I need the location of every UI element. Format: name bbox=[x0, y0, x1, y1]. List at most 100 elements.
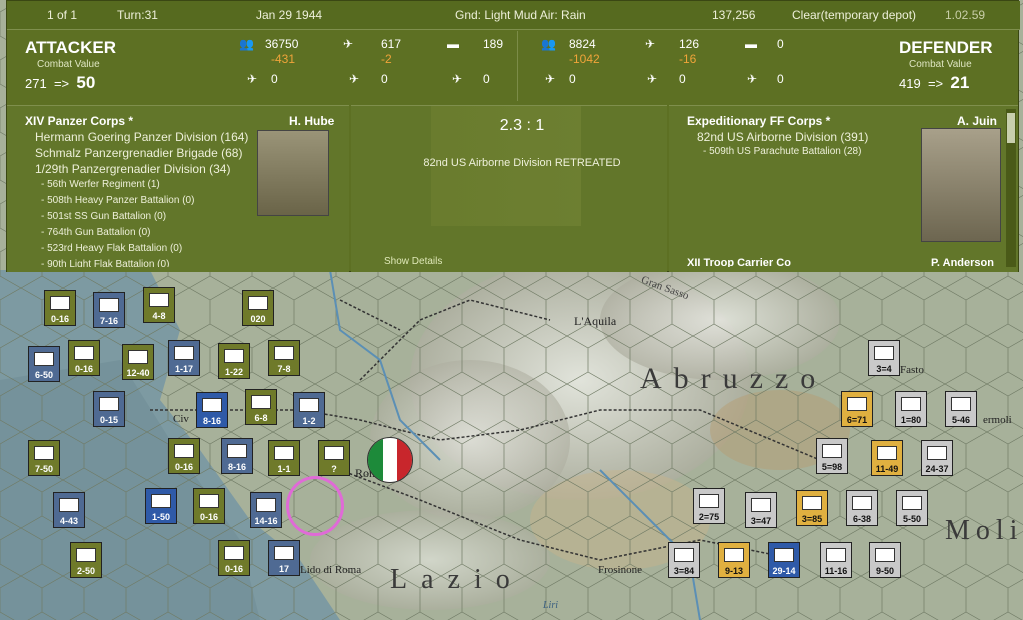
attacker-leader-portrait bbox=[257, 130, 329, 216]
map-unit[interactable]: 9-13 bbox=[718, 542, 750, 578]
map-unit[interactable]: 8-16 bbox=[221, 438, 253, 474]
unit-symbol-icon bbox=[202, 398, 222, 412]
map-unit[interactable]: 12-40 bbox=[122, 344, 154, 380]
unit-symbol-icon bbox=[248, 296, 268, 310]
map-unit[interactable]: 4-43 bbox=[53, 492, 85, 528]
map-unit[interactable]: 6-38 bbox=[846, 490, 878, 526]
map-unit[interactable]: 4-8 bbox=[143, 287, 175, 323]
map-unit[interactable]: 5-50 bbox=[896, 490, 928, 526]
map-unit[interactable]: 2=75 bbox=[693, 488, 725, 524]
attacker-corps[interactable]: XIV Panzer Corps * bbox=[25, 114, 133, 128]
italy-flag-marker[interactable] bbox=[367, 437, 413, 483]
attacker-subunit[interactable]: - 508th Heavy Panzer Battalion (0) bbox=[41, 195, 194, 206]
unit-strength: 0-16 bbox=[74, 364, 93, 374]
defender-air1: 0 bbox=[569, 72, 576, 86]
map-unit[interactable]: 3=4 bbox=[868, 340, 900, 376]
unit-strength: 1-1 bbox=[277, 464, 291, 474]
attacker-unit[interactable]: Hermann Goering Panzer Division (164) bbox=[35, 130, 248, 144]
map-unit[interactable]: 11-49 bbox=[871, 440, 903, 476]
map-unit[interactable]: 0-16 bbox=[68, 340, 100, 376]
scroll-thumb[interactable] bbox=[1007, 113, 1015, 143]
defender-corps-2[interactable]: XII Troop Carrier Co bbox=[687, 257, 791, 267]
detail-scrollbar[interactable] bbox=[1006, 109, 1016, 267]
map-unit[interactable]: 0-16 bbox=[193, 488, 225, 524]
defender-cv-before: 419 bbox=[899, 76, 921, 91]
unit-strength: 6=71 bbox=[846, 415, 868, 425]
defender-detail: Expeditionary FF Corps * A. Juin 82nd US… bbox=[669, 105, 1018, 272]
unit-strength: 8-16 bbox=[227, 462, 246, 472]
attacker-unit[interactable]: 1/29th Panzergrenadier Division (34) bbox=[35, 162, 230, 176]
map-unit[interactable]: ? bbox=[318, 440, 350, 476]
defender-unit[interactable]: 82nd US Airborne Division (391) bbox=[697, 130, 868, 144]
infantry-icon: 👥 bbox=[541, 37, 556, 51]
map-unit[interactable]: 0-15 bbox=[93, 391, 125, 427]
defender-cv-after: 21 bbox=[950, 73, 970, 92]
defender-guns: 126 bbox=[679, 37, 700, 51]
attacker-subunit[interactable]: - 56th Werfer Regiment (1) bbox=[41, 179, 160, 190]
unit-symbol-icon bbox=[99, 298, 119, 312]
map-unit[interactable]: 24-37 bbox=[921, 440, 953, 476]
map-unit[interactable]: 29-14 bbox=[768, 542, 800, 578]
attacker-subunit[interactable]: - 90th Light Flak Battalion (0) bbox=[41, 259, 169, 267]
map-unit[interactable]: 1-1 bbox=[268, 440, 300, 476]
show-details-link[interactable]: Show Details bbox=[384, 256, 442, 267]
map-unit[interactable]: 8-16 bbox=[196, 392, 228, 428]
defender-guns-loss: -16 bbox=[679, 52, 697, 66]
map-unit[interactable]: 7-50 bbox=[28, 440, 60, 476]
unit-symbol-icon bbox=[826, 548, 846, 562]
map-unit[interactable]: 1-2 bbox=[293, 392, 325, 428]
map-unit[interactable]: 5-46 bbox=[945, 391, 977, 427]
unit-strength: 7-50 bbox=[34, 464, 53, 474]
map-unit[interactable]: 1-17 bbox=[168, 340, 200, 376]
map-unit[interactable]: 0-16 bbox=[168, 438, 200, 474]
attacker-subunit[interactable]: - 764th Gun Battalion (0) bbox=[41, 227, 151, 238]
unit-strength: 0-16 bbox=[174, 462, 193, 472]
artillery-icon: ✈ bbox=[645, 37, 656, 51]
map-unit[interactable]: 0-16 bbox=[44, 290, 76, 326]
defender-air3: 0 bbox=[777, 72, 784, 86]
map-unit[interactable]: 020 bbox=[242, 290, 274, 326]
map-unit[interactable]: 7-16 bbox=[93, 292, 125, 328]
map-unit[interactable]: 5=98 bbox=[816, 438, 848, 474]
attacker-subunit[interactable]: - 501st SS Gun Battalion (0) bbox=[41, 211, 166, 222]
attacker-subunit[interactable]: - 523rd Heavy Flak Battalion (0) bbox=[41, 243, 182, 254]
attacker-air2: 0 bbox=[381, 72, 388, 86]
unit-strength: 0-16 bbox=[50, 314, 69, 324]
map-unit[interactable]: 1-22 bbox=[218, 343, 250, 379]
map-unit[interactable]: 6=71 bbox=[841, 391, 873, 427]
fighter-icon: ✈ bbox=[247, 72, 258, 86]
unit-strength: ? bbox=[331, 464, 337, 474]
unit-strength: 2-50 bbox=[76, 566, 95, 576]
map-unit[interactable]: 3=84 bbox=[668, 542, 700, 578]
selected-unit-highlight[interactable] bbox=[286, 476, 344, 536]
unit-strength: 2=75 bbox=[698, 512, 720, 522]
map-unit[interactable]: 0-16 bbox=[218, 540, 250, 576]
map-unit[interactable]: 2-50 bbox=[70, 542, 102, 578]
defender-title: DEFENDER bbox=[899, 38, 993, 57]
map-unit[interactable]: 11-16 bbox=[820, 542, 852, 578]
defender-subunit[interactable]: - 509th US Parachute Battalion (28) bbox=[703, 146, 861, 157]
defender-corps[interactable]: Expeditionary FF Corps * bbox=[687, 114, 830, 128]
unit-symbol-icon bbox=[128, 350, 148, 364]
attacker-guns: 617 bbox=[381, 37, 402, 51]
unit-strength: 12-40 bbox=[126, 368, 150, 378]
map-unit[interactable]: 6-50 bbox=[28, 346, 60, 382]
unit-symbol-icon bbox=[274, 546, 294, 560]
unit-symbol-icon bbox=[274, 446, 294, 460]
map-unit[interactable]: 3=47 bbox=[745, 492, 777, 528]
attacker-unit[interactable]: Schmalz Panzergrenadier Brigade (68) bbox=[35, 146, 242, 160]
unit-symbol-icon bbox=[99, 397, 119, 411]
attacker-detail: XIV Panzer Corps * H. Hube Hermann Goeri… bbox=[7, 105, 349, 272]
map-unit[interactable]: 9-50 bbox=[869, 542, 901, 578]
map-unit[interactable]: 6-8 bbox=[245, 389, 277, 425]
map-unit[interactable]: 1-50 bbox=[145, 488, 177, 524]
map-unit[interactable]: 7-8 bbox=[268, 340, 300, 376]
unit-strength: 3=85 bbox=[801, 514, 823, 524]
map-unit[interactable]: 17 bbox=[268, 540, 300, 576]
fighter-icon: ✈ bbox=[545, 72, 556, 86]
unit-symbol-icon bbox=[151, 494, 171, 508]
map-unit[interactable]: 14-16 bbox=[250, 492, 282, 528]
map-unit[interactable]: 3=85 bbox=[796, 490, 828, 526]
map-unit[interactable]: 1=80 bbox=[895, 391, 927, 427]
attacker-men: 36750 bbox=[265, 37, 299, 51]
